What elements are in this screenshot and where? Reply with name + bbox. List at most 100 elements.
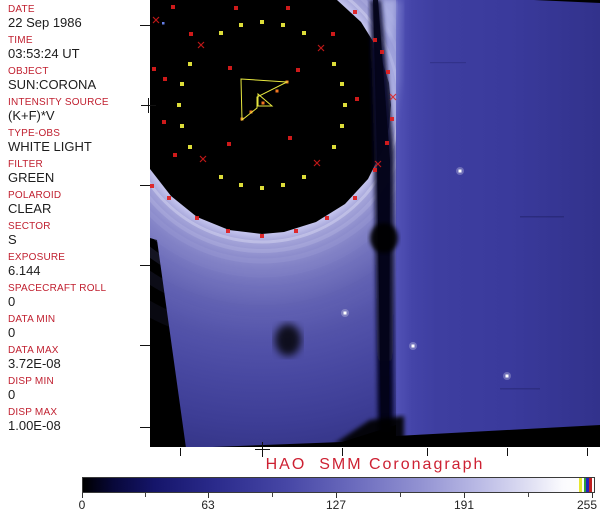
yellow-fiducial-dot <box>302 175 306 179</box>
colorbar-tick-minor <box>528 493 529 497</box>
red-fiducial-dot <box>386 70 390 74</box>
metadata-label: TIME <box>8 35 33 46</box>
metadata-value: 1.00E-08 <box>8 418 61 433</box>
yellow-fiducial-dot <box>219 31 223 35</box>
yellow-fiducial-dot <box>302 31 306 35</box>
yellow-fiducial-dot <box>340 82 344 86</box>
yellow-fiducial-dot <box>219 175 223 179</box>
metadata-item: POLAROID CLEAR <box>8 190 150 216</box>
red-fiducial-dot <box>296 68 300 72</box>
yellow-fiducial-dot <box>260 20 264 24</box>
red-fiducial-dot <box>288 136 292 140</box>
metadata-label: EXPOSURE <box>8 252 66 263</box>
red-fiducial-dot <box>171 5 175 9</box>
red-fiducial-dot <box>173 153 177 157</box>
star-speck <box>411 344 415 348</box>
intensity-colorbar <box>82 477 595 493</box>
sun-center-cross <box>148 98 149 113</box>
metadata-item: DISP MAX 1.00E-08 <box>8 407 150 433</box>
calibration-stripe <box>589 478 592 492</box>
red-fiducial-dot <box>325 216 329 220</box>
star-speck <box>458 169 462 173</box>
metadata-label: SPACECRAFT ROLL <box>8 283 107 294</box>
metadata-item: TYPE-OBS WHITE LIGHT <box>8 128 150 154</box>
metadata-item: FILTER GREEN <box>8 159 150 185</box>
metadata-label: DATA MIN <box>8 314 56 325</box>
yellow-fiducial-dot <box>188 62 192 66</box>
axis-tick-bottom <box>342 448 343 456</box>
metadata-label: DATE <box>8 4 35 15</box>
red-fiducial-dot <box>234 6 238 10</box>
yellow-fiducial-dot <box>239 183 243 187</box>
red-fiducial-dot <box>286 6 290 10</box>
calibration-stripe <box>579 478 582 492</box>
axis-tick-left <box>140 185 150 186</box>
red-fiducial-dot <box>228 66 232 70</box>
metadata-value: 0 <box>8 294 16 309</box>
red-fiducial-dot <box>385 141 389 145</box>
metadata-label: TYPE-OBS <box>8 128 61 139</box>
axis-tick-bottom <box>180 448 181 456</box>
red-fiducial-dot <box>195 216 199 220</box>
colorbar-tick-minor <box>145 493 146 497</box>
yellow-fiducial-dot <box>332 62 336 66</box>
metadata-value: CLEAR <box>8 201 52 216</box>
metadata-item: SECTOR S <box>8 221 150 247</box>
image-title: HAO SMM Coronagraph <box>265 456 485 473</box>
dust-blob <box>275 324 301 356</box>
yellow-fiducial-dot <box>281 23 285 27</box>
metadata-label: POLAROID <box>8 190 62 201</box>
coronagraph-viewer: DATE 22 Sep 1986 TIME 03:53:24 UT OBJECT SUN:… <box>0 0 600 512</box>
axis-tick-left <box>140 427 150 428</box>
red-fiducial-dot <box>162 120 166 124</box>
yellow-fiducial-dot <box>177 103 181 107</box>
metadata-item: INTENSITY SOURCE (K+F)*V <box>8 97 150 123</box>
red-fiducial-dot <box>353 10 357 14</box>
red-fiducial-dot <box>189 32 193 36</box>
colorbar-tick-label: 255 <box>576 498 598 512</box>
red-fiducial-dot <box>226 229 230 233</box>
axis-tick-bottom <box>507 448 508 456</box>
coronagraph-image <box>150 0 600 447</box>
red-fiducial-dot <box>373 168 377 172</box>
yellow-fiducial-dot <box>332 145 336 149</box>
metadata-label: FILTER <box>8 159 43 170</box>
yellow-fiducial-dot <box>239 23 243 27</box>
yellow-fiducial-dot <box>260 186 264 190</box>
red-fiducial-dot <box>167 196 171 200</box>
red-fiducial-dot <box>227 142 231 146</box>
metadata-panel: DATE 22 Sep 1986 TIME 03:53:24 UT OBJECT SUN:… <box>0 0 150 447</box>
yellow-fiducial-dot <box>281 183 285 187</box>
metadata-label: DISP MIN <box>8 376 54 387</box>
sun-center-cross <box>262 442 263 457</box>
axis-tick-bottom <box>587 448 588 456</box>
red-fiducial-dot <box>390 117 394 121</box>
metadata-value: 6.144 <box>8 263 41 278</box>
axis-tick-bottom <box>427 448 428 456</box>
metadata-item: DATA MAX 3.72E-08 <box>8 345 150 371</box>
blue-speck <box>162 22 165 25</box>
metadata-label: OBJECT <box>8 66 49 77</box>
red-fiducial-dot <box>163 77 167 81</box>
metadata-value: SUN:CORONA <box>8 77 97 92</box>
metadata-label: DATA MAX <box>8 345 59 356</box>
colorbar-tick-label: 63 <box>201 498 215 512</box>
metadata-value: GREEN <box>8 170 55 185</box>
colorbar-tick-minor <box>272 493 273 497</box>
orange-vertex-dot <box>261 101 265 105</box>
colorbar-tick-label: 0 <box>78 498 86 512</box>
orange-vertex-dot <box>275 89 279 93</box>
red-fiducial-dot <box>152 67 156 71</box>
metadata-value: WHITE LIGHT <box>8 139 92 154</box>
star-speck <box>343 311 347 315</box>
metadata-item: TIME 03:53:24 UT <box>8 35 150 61</box>
red-fiducial-dot <box>353 196 357 200</box>
colorbar-tick-label: 191 <box>453 498 475 512</box>
axis-tick-left <box>140 265 150 266</box>
metadata-value: S <box>8 232 17 247</box>
field-right-panel <box>396 0 600 436</box>
metadata-item: DATE 22 Sep 1986 <box>8 4 150 30</box>
axis-tick-left <box>140 345 150 346</box>
metadata-value: 0 <box>8 325 16 340</box>
metadata-value: 03:53:24 UT <box>8 46 80 61</box>
